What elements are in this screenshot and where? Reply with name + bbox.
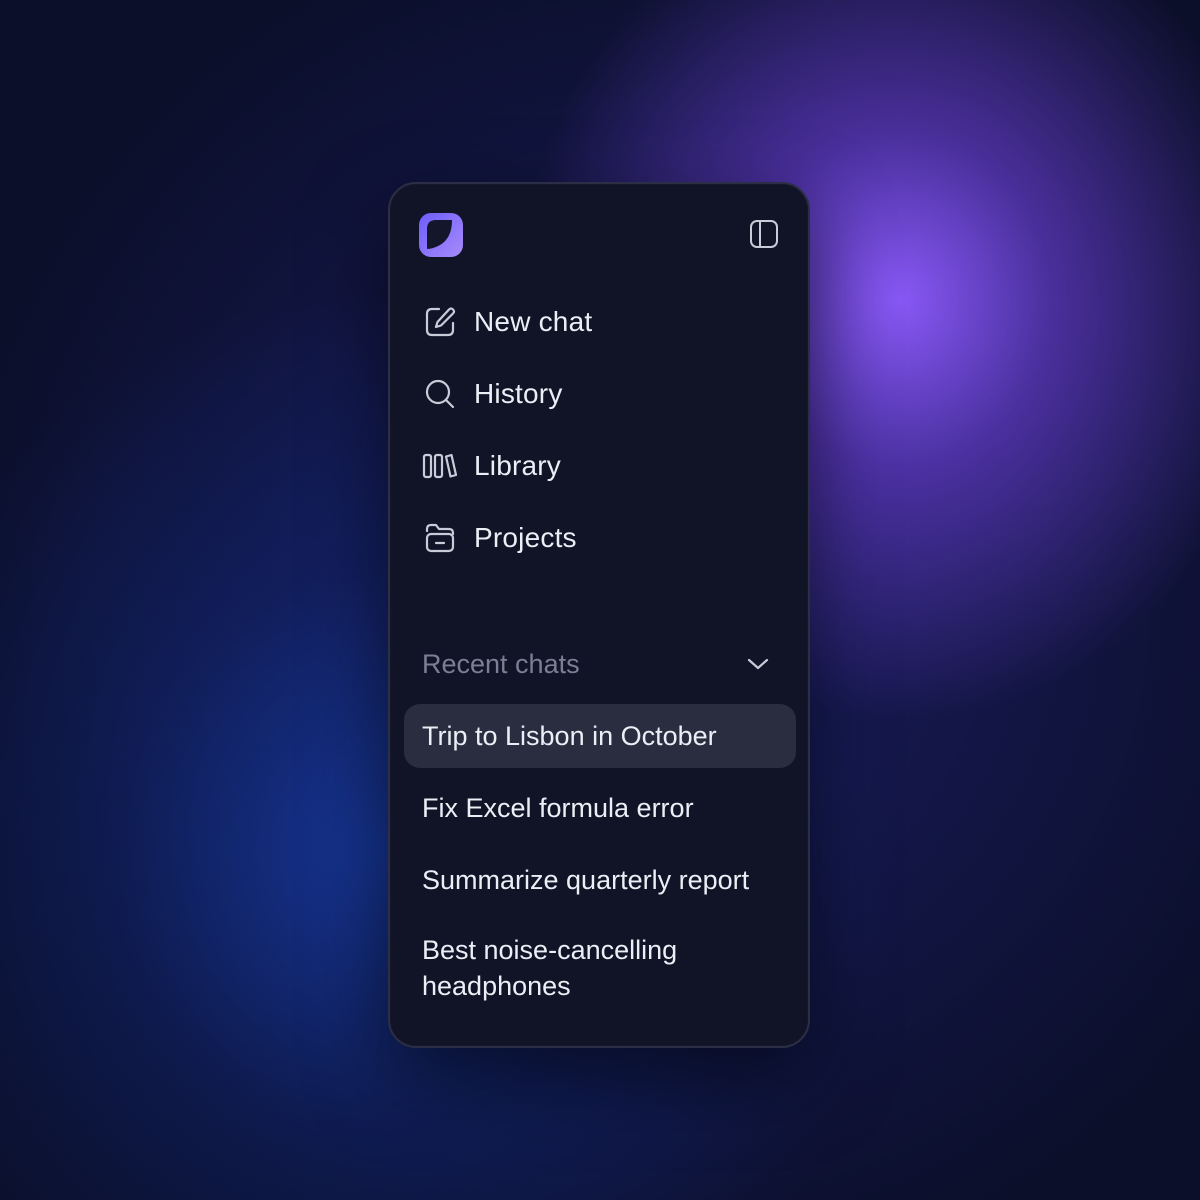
nav-item-projects[interactable]: Projects <box>422 518 577 558</box>
recent-chats-header[interactable]: Recent chats <box>422 644 772 684</box>
recent-chat-item-active[interactable]: Trip to Lisbon in October <box>404 704 796 768</box>
chevron-down-icon[interactable] <box>744 650 772 678</box>
recent-chat-label: Best noise-cancelling headphones <box>422 935 678 1001</box>
sidebar-toggle-icon <box>750 220 778 248</box>
nav-label-new-chat: New chat <box>474 306 593 337</box>
nav-item-library[interactable]: Library <box>422 446 561 486</box>
app-logo-icon[interactable] <box>418 212 464 258</box>
nav-item-new-chat[interactable]: New chat <box>422 302 592 342</box>
recent-chat-item[interactable]: Summarize quarterly report <box>404 858 796 902</box>
sidebar-toggle-button[interactable] <box>748 218 780 250</box>
recent-chat-label: Trip to Lisbon in October <box>422 721 717 751</box>
search-icon <box>422 376 458 412</box>
recent-chat-item[interactable]: Fix Excel formula error <box>404 786 796 830</box>
nav-label-history: History <box>474 378 563 409</box>
nav-label-projects: Projects <box>474 522 577 553</box>
recent-chats-title: Recent chats <box>422 648 580 679</box>
folder-icon <box>422 520 458 556</box>
recent-chat-label: Summarize quarterly report <box>422 865 750 895</box>
edit-icon <box>422 304 458 340</box>
recent-chat-item[interactable]: Best noise-cancelling headphones <box>404 932 734 1004</box>
nav-item-history[interactable]: History <box>422 374 563 414</box>
recent-chat-label: Fix Excel formula error <box>422 793 694 823</box>
sidebar-panel: New chat History Library Projects Recent… <box>388 182 810 1048</box>
library-icon <box>422 448 458 484</box>
nav-label-library: Library <box>474 450 561 481</box>
